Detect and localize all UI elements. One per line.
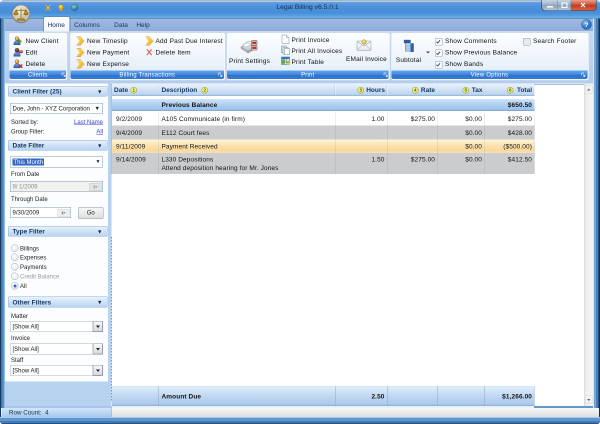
svg-text:?: ?	[585, 22, 589, 29]
